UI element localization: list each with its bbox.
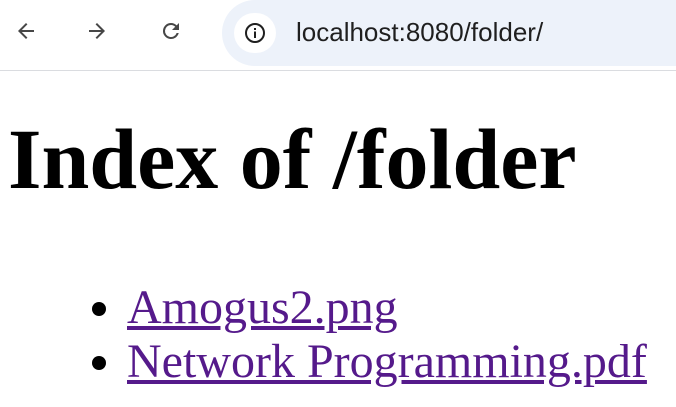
reload-icon xyxy=(162,22,179,39)
arrow-left-icon xyxy=(18,23,34,39)
list-item: Network Programming.pdf xyxy=(127,335,647,389)
reload-button[interactable] xyxy=(151,11,191,51)
forward-button[interactable] xyxy=(77,11,117,51)
arrow-right-icon xyxy=(89,23,105,39)
info-icon xyxy=(245,23,265,43)
url-text[interactable]: localhost:8080/folder/ xyxy=(296,16,543,48)
address-bar[interactable]: localhost:8080/folder/ xyxy=(222,0,676,66)
browser-toolbar: localhost:8080/folder/ xyxy=(0,0,676,71)
file-link-amogus2[interactable]: Amogus2.png xyxy=(127,281,398,334)
site-info-button[interactable] xyxy=(234,13,276,53)
file-list: Amogus2.png Network Programming.pdf xyxy=(0,281,647,389)
page-title: Index of /folder xyxy=(8,111,577,207)
list-item: Amogus2.png xyxy=(127,281,647,335)
file-link-network-programming[interactable]: Network Programming.pdf xyxy=(127,335,647,388)
back-button[interactable] xyxy=(6,11,46,51)
